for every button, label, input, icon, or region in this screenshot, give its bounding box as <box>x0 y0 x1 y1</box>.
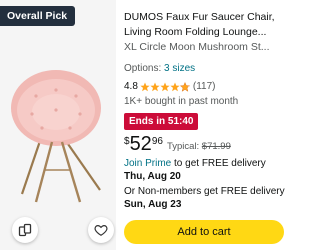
heart-icon <box>94 225 108 236</box>
prime-delivery: Join Prime to get FREE delivery Thu, Aug… <box>124 157 288 183</box>
star-icon <box>140 82 150 91</box>
price-fraction: 96 <box>151 136 163 147</box>
typical-price: Typical: $71.99 <box>167 141 231 152</box>
add-to-cart-button[interactable]: Add to cart <box>124 220 284 244</box>
deal-countdown-badge: Ends in 51:40 <box>124 113 199 130</box>
join-prime-link[interactable]: Join Prime <box>124 158 171 169</box>
standard-delivery: Or Non-members get FREE delivery Sun, Au… <box>124 185 288 211</box>
typical-label: Typical: <box>166 141 200 152</box>
overall-pick-badge: Overall Pick <box>0 6 76 26</box>
standard-delivery-date: Sun, Aug 23 <box>124 199 182 210</box>
star-icon <box>170 82 180 91</box>
star-half-icon <box>179 81 190 92</box>
wishlist-button[interactable] <box>88 217 114 243</box>
prime-delivery-text: to get FREE delivery <box>171 158 266 169</box>
star-icon <box>160 82 170 91</box>
product-title[interactable]: DUMOS Faux Fur Saucer Chair, Living Room… <box>124 10 288 55</box>
options-link[interactable]: 3 sizes <box>164 63 195 74</box>
star-icon <box>150 82 160 91</box>
product-image-panel[interactable]: Overall Pick <box>0 0 116 250</box>
compare-button[interactable] <box>12 217 38 243</box>
star-rating <box>140 81 190 92</box>
prime-delivery-date: Thu, Aug 20 <box>124 171 181 182</box>
options-row: Options: 3 sizes <box>124 62 288 75</box>
typical-value: $71.99 <box>201 141 231 152</box>
product-info: DUMOS Faux Fur Saucer Chair, Living Room… <box>124 10 288 211</box>
title-line-2[interactable]: Living Room Folding Lounge... <box>124 25 288 40</box>
standard-delivery-text: Or Non-members get FREE delivery <box>124 186 285 197</box>
product-card[interactable]: Overall Pick DUMOS Faux Fur Saucer Chair… <box>0 0 291 250</box>
rating-row[interactable]: 4.8 (117) <box>124 80 288 93</box>
compare-icon <box>18 223 32 237</box>
product-image[interactable] <box>6 66 116 206</box>
review-count[interactable]: (117) <box>193 80 216 93</box>
bought-count: 1K+ bought in past month <box>124 96 239 107</box>
options-label: Options: <box>124 63 162 74</box>
price-row: $ 52 96 Typical: $71.99 <box>124 133 288 155</box>
rating-value: 4.8 <box>124 81 138 92</box>
title-line-1[interactable]: DUMOS Faux Fur Saucer Chair, <box>124 10 288 25</box>
title-line-3[interactable]: XL Circle Moon Mushroom St... <box>124 40 288 55</box>
price-whole: 52 <box>129 133 152 155</box>
